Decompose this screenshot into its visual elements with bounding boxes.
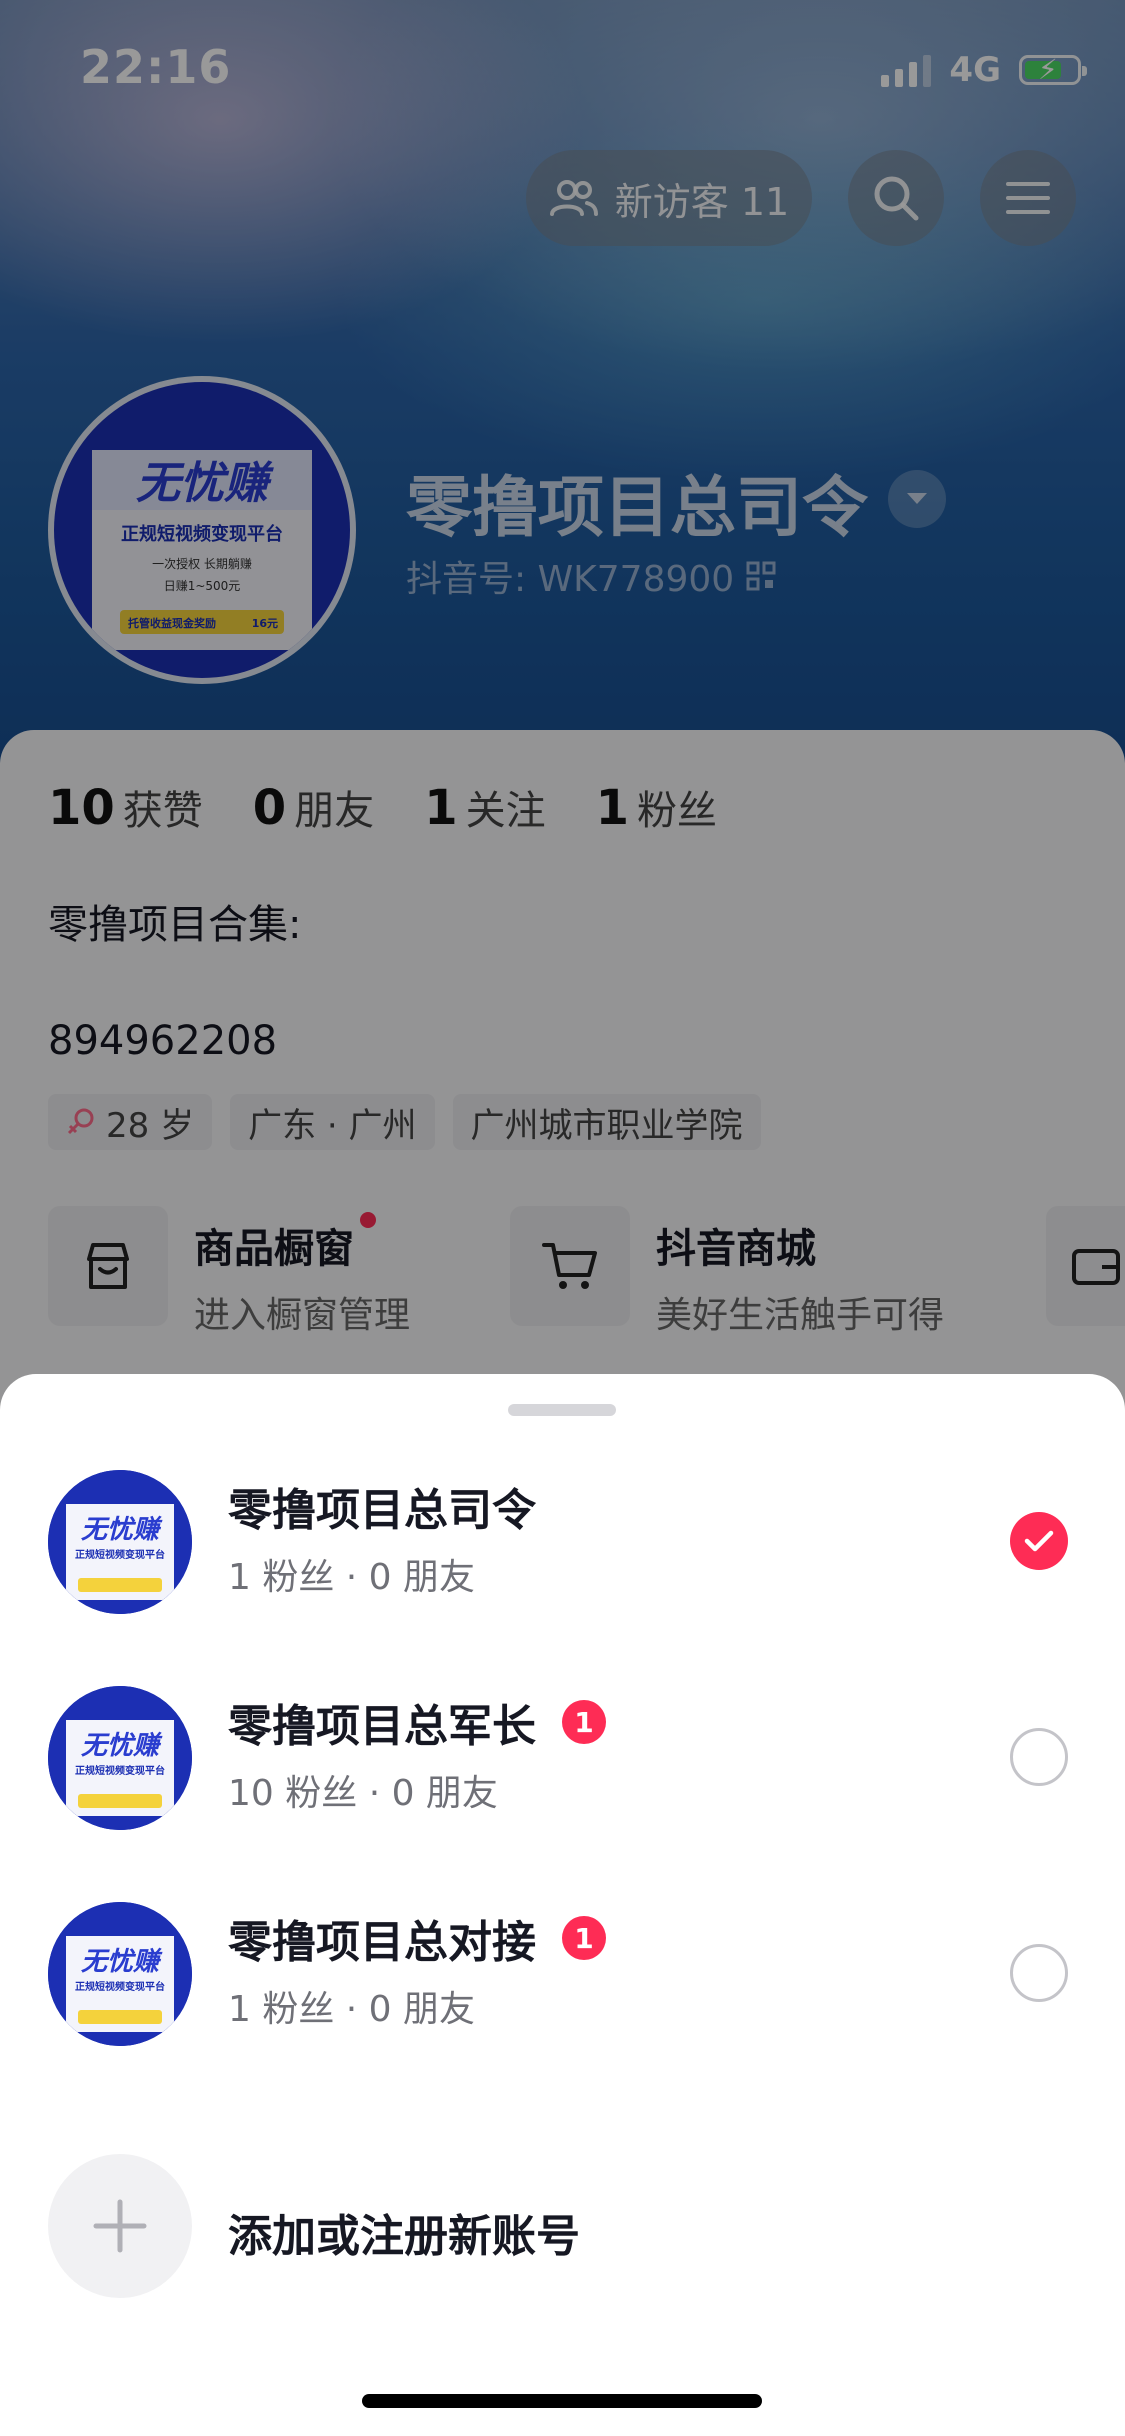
account-name: 零撸项目总对接 1 xyxy=(228,1906,606,1970)
home-indicator[interactable] xyxy=(362,2394,762,2408)
account-avatar xyxy=(48,1470,192,1614)
add-account-row[interactable]: 添加或注册新账号 xyxy=(0,2130,1125,2330)
account-avatar xyxy=(48,1902,192,2046)
account-selected-radio[interactable] xyxy=(1010,1512,1068,1570)
account-name: 零撸项目总军长 1 xyxy=(228,1690,606,1754)
add-account-label: 添加或注册新账号 xyxy=(228,2211,580,2262)
plus-icon xyxy=(93,2199,147,2253)
account-row-1[interactable]: 零撸项目总司令 1 粉丝 · 0 朋友 xyxy=(0,1430,1125,1646)
account-stats: 1 粉丝 · 0 朋友 xyxy=(228,1989,476,2030)
account-stats: 1 粉丝 · 0 朋友 xyxy=(228,1557,476,1598)
account-stats: 10 粉丝 · 0 朋友 xyxy=(228,1773,498,1814)
account-radio[interactable] xyxy=(1010,1944,1068,2002)
sheet-drag-handle[interactable] xyxy=(508,1404,616,1416)
account-row-3[interactable]: 零撸项目总对接 1 1 粉丝 · 0 朋友 xyxy=(0,1862,1125,2078)
account-avatar xyxy=(48,1686,192,1830)
account-row-2[interactable]: 零撸项目总军长 1 10 粉丝 · 0 朋友 xyxy=(0,1646,1125,1862)
account-name: 零撸项目总司令 xyxy=(228,1485,536,1536)
unread-badge: 1 xyxy=(562,1916,606,1960)
unread-badge: 1 xyxy=(562,1700,606,1744)
add-account-button[interactable] xyxy=(48,2154,192,2298)
checkmark-icon xyxy=(1024,1530,1054,1552)
account-radio[interactable] xyxy=(1010,1728,1068,1786)
